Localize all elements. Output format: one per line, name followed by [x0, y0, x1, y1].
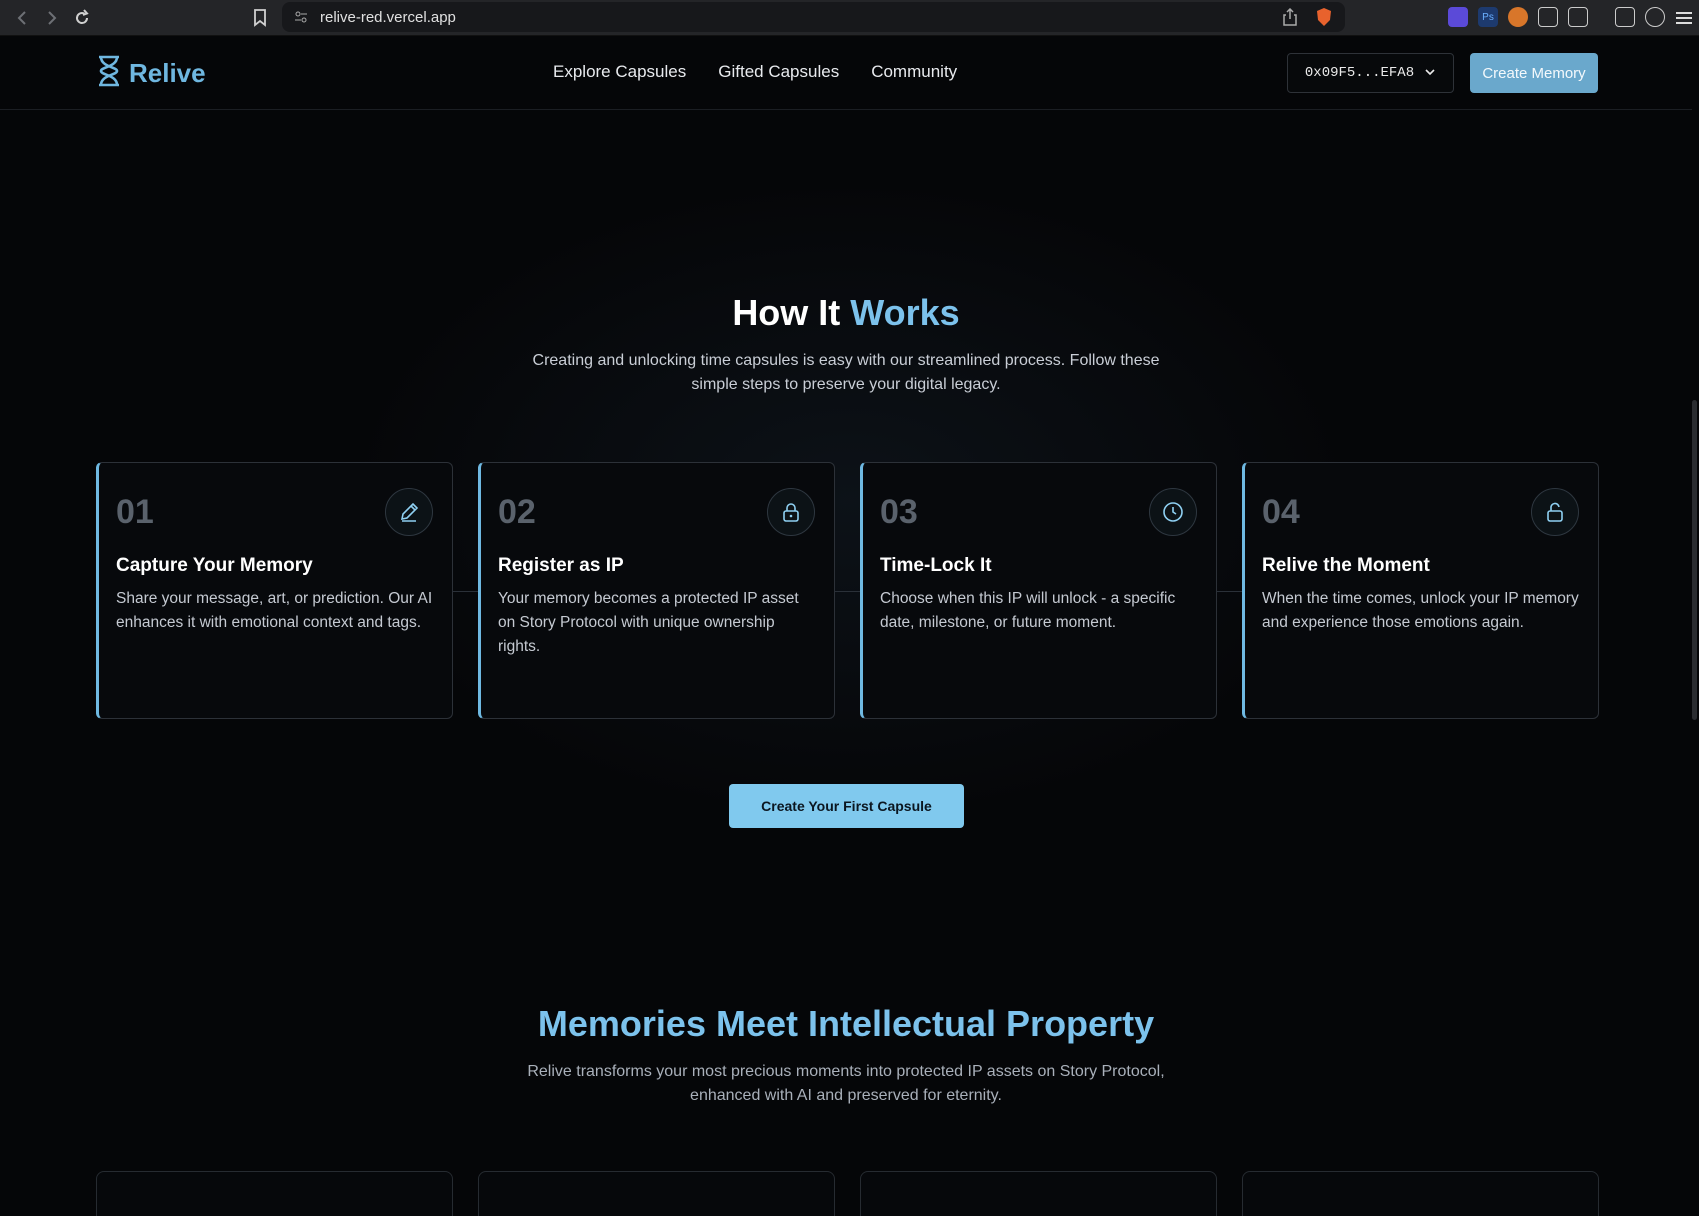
- extension-icon[interactable]: [1448, 7, 1468, 27]
- title-accent: Works: [850, 292, 960, 333]
- reload-icon[interactable]: [70, 6, 94, 30]
- clock-icon: [1149, 488, 1197, 536]
- step-number: 04: [1262, 493, 1300, 531]
- site-settings-icon[interactable]: [294, 10, 308, 29]
- how-it-works-title: How It Works: [0, 292, 1692, 334]
- chevron-down-icon: [1424, 65, 1436, 81]
- step-card: 02 Register as IP Your memory becomes a …: [478, 462, 835, 719]
- wallet-icon[interactable]: [1645, 7, 1665, 27]
- step-card: 01 Capture Your Memory Share your messag…: [96, 462, 453, 719]
- wallet-address: 0x09F5...EFA8: [1304, 65, 1415, 81]
- step-title: Capture Your Memory: [116, 555, 313, 576]
- nav-community[interactable]: Community: [871, 62, 957, 82]
- step-card: 03 Time-Lock It Choose when this IP will…: [860, 462, 1217, 719]
- step-number: 01: [116, 493, 154, 531]
- main-nav: Explore Capsules Gifted Capsules Communi…: [553, 62, 957, 82]
- logo[interactable]: Relive: [97, 55, 206, 92]
- hourglass-icon: [97, 55, 121, 92]
- share-icon[interactable]: [1283, 7, 1297, 31]
- wallet-button[interactable]: 0x09F5...EFA8: [1287, 53, 1454, 93]
- create-first-capsule-button[interactable]: Create Your First Capsule: [729, 784, 964, 828]
- subtitle-line: Creating and unlocking time capsules is …: [532, 352, 1160, 369]
- back-icon[interactable]: [10, 6, 34, 30]
- memories-title: Memories Meet Intellectual Property: [537, 1003, 1155, 1044]
- puzzle-icon[interactable]: [1538, 7, 1558, 27]
- step-title: Register as IP: [498, 555, 624, 576]
- background-glow: [300, 150, 1400, 850]
- step-description: Choose when this IP will unlock - a spec…: [880, 590, 1176, 631]
- step-description: Your memory becomes a protected IP asset…: [498, 590, 799, 655]
- pencil-icon: [385, 488, 433, 536]
- forward-icon[interactable]: [40, 6, 64, 30]
- feature-card: [860, 1171, 1217, 1216]
- scrollbar[interactable]: [1692, 400, 1697, 720]
- sidebar-icon[interactable]: [1615, 7, 1635, 27]
- brave-shield-icon[interactable]: [1315, 7, 1335, 27]
- title-plain: How It: [732, 292, 851, 333]
- menu-icon[interactable]: [1672, 6, 1696, 30]
- step-number: 02: [498, 493, 536, 531]
- how-it-works-subtitle: Creating and unlocking time capsules is …: [0, 349, 1692, 397]
- step-title: Time-Lock It: [880, 555, 992, 576]
- browser-toolbar: relive-red.vercel.app Ps: [0, 0, 1699, 36]
- feature-card: [1242, 1171, 1599, 1216]
- feature-card: [96, 1171, 453, 1216]
- subtitle-line: enhanced with AI and preserved for etern…: [690, 1087, 1002, 1104]
- logo-text: Relive: [129, 58, 206, 88]
- step-number: 03: [880, 493, 918, 531]
- step-description: When the time comes, unlock your IP memo…: [1262, 590, 1579, 631]
- nav-explore-capsules[interactable]: Explore Capsules: [553, 62, 686, 82]
- lock-icon: [767, 488, 815, 536]
- step-description: Share your message, art, or prediction. …: [116, 590, 433, 631]
- url-text: relive-red.vercel.app: [320, 9, 456, 26]
- unlock-icon: [1531, 488, 1579, 536]
- create-memory-button[interactable]: Create Memory: [1470, 53, 1598, 93]
- feature-card: [478, 1171, 835, 1216]
- address-bar[interactable]: relive-red.vercel.app: [282, 2, 1345, 32]
- metamask-icon[interactable]: [1508, 7, 1528, 27]
- subtitle-line: Relive transforms your most precious mom…: [527, 1063, 1165, 1080]
- step-card: 04 Relive the Moment When the time comes…: [1242, 462, 1599, 719]
- photoshop-icon[interactable]: Ps: [1478, 7, 1498, 27]
- site-header: Relive Explore Capsules Gifted Capsules …: [0, 36, 1692, 110]
- subtitle-line: simple steps to preserve your digital le…: [691, 376, 1001, 393]
- step-title: Relive the Moment: [1262, 555, 1430, 576]
- screenshot-icon[interactable]: [1568, 7, 1588, 27]
- nav-gifted-capsules[interactable]: Gifted Capsules: [718, 62, 839, 82]
- bookmark-icon[interactable]: [248, 6, 272, 30]
- memories-subtitle: Relive transforms your most precious mom…: [0, 1060, 1692, 1108]
